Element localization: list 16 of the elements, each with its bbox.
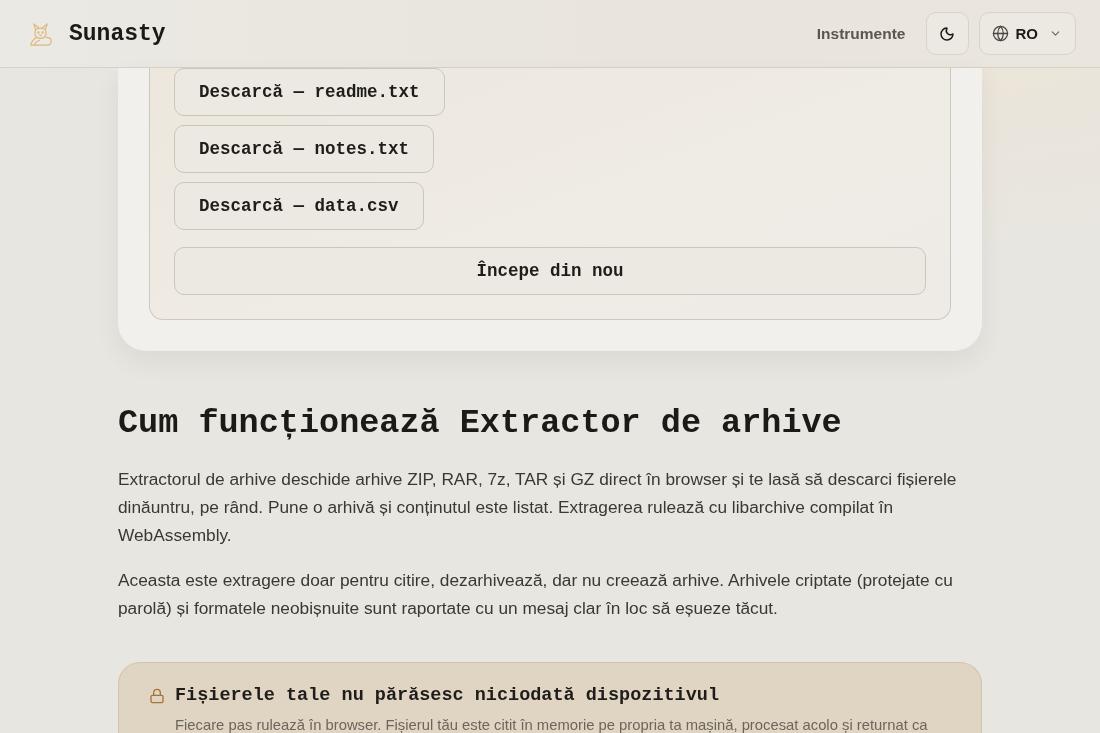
globe-icon <box>991 25 1009 42</box>
moon-icon <box>939 25 955 42</box>
note-title: Fișierele tale nu părăsesc niciodată dispozitivul <box>175 685 720 707</box>
paragraph: Aceasta este extragere doar pentru citire, dezarhivează, dar nu creează arhive. Arhivele criptate (protejate cu parolă) și formatele neobișnuite sunt raportate cu un mesaj clar în loc să eșueze tăcut. <box>118 569 954 620</box>
nav-link[interactable]: Instrumente <box>816 24 906 43</box>
brand-name: Sunasty <box>69 20 166 47</box>
download-button[interactable]: Descarcă — readme.txt <box>174 68 445 116</box>
restart-button[interactable]: Începe din nou <box>174 247 926 295</box>
note-text: Fiecare pas rulează în browser. Fișierul tău este citit în memorie pe propria ta mașină, procesat acolo și returnat ca <box>175 716 928 733</box>
paragraph: Extractorul de arhive deschide arhive ZIP, RAR, 7z, TAR și GZ direct în browser și te lasă să descarci fișierele dinăuntru, pe rând. Pune o arhivă și conținutul este listat. Extragerea rulează cu libarchive compilat în WebAssembly. <box>118 468 958 547</box>
section-heading: Cum funcționează Extractor de arhive <box>118 403 843 443</box>
lock-icon <box>149 688 165 704</box>
download-button[interactable]: Descarcă — data.csv <box>174 182 424 230</box>
theme-toggle-button[interactable] <box>925 12 969 55</box>
language-button[interactable]: RO <box>978 12 1076 55</box>
download-button[interactable]: Descarcă — notes.txt <box>174 125 435 173</box>
